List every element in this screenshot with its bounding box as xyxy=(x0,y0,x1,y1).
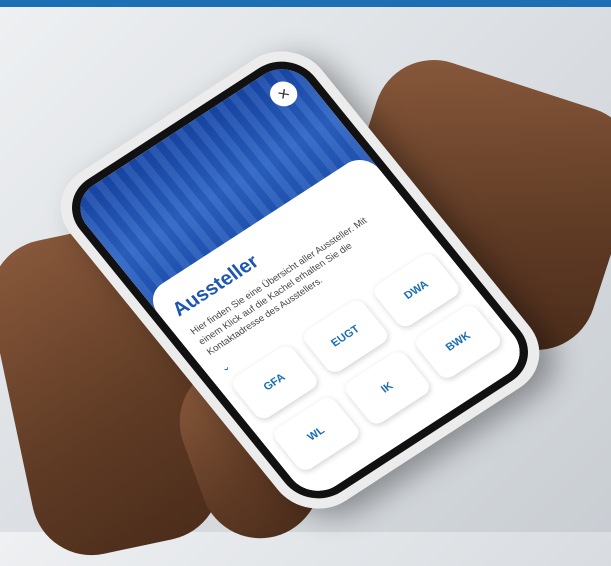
phone-screen: × Aussteller Hier finden Sie eine Übersi… xyxy=(67,58,533,502)
smartphone: × Aussteller Hier finden Sie eine Übersi… xyxy=(41,34,559,526)
photo-scene: × Aussteller Hier finden Sie eine Übersi… xyxy=(0,0,611,532)
